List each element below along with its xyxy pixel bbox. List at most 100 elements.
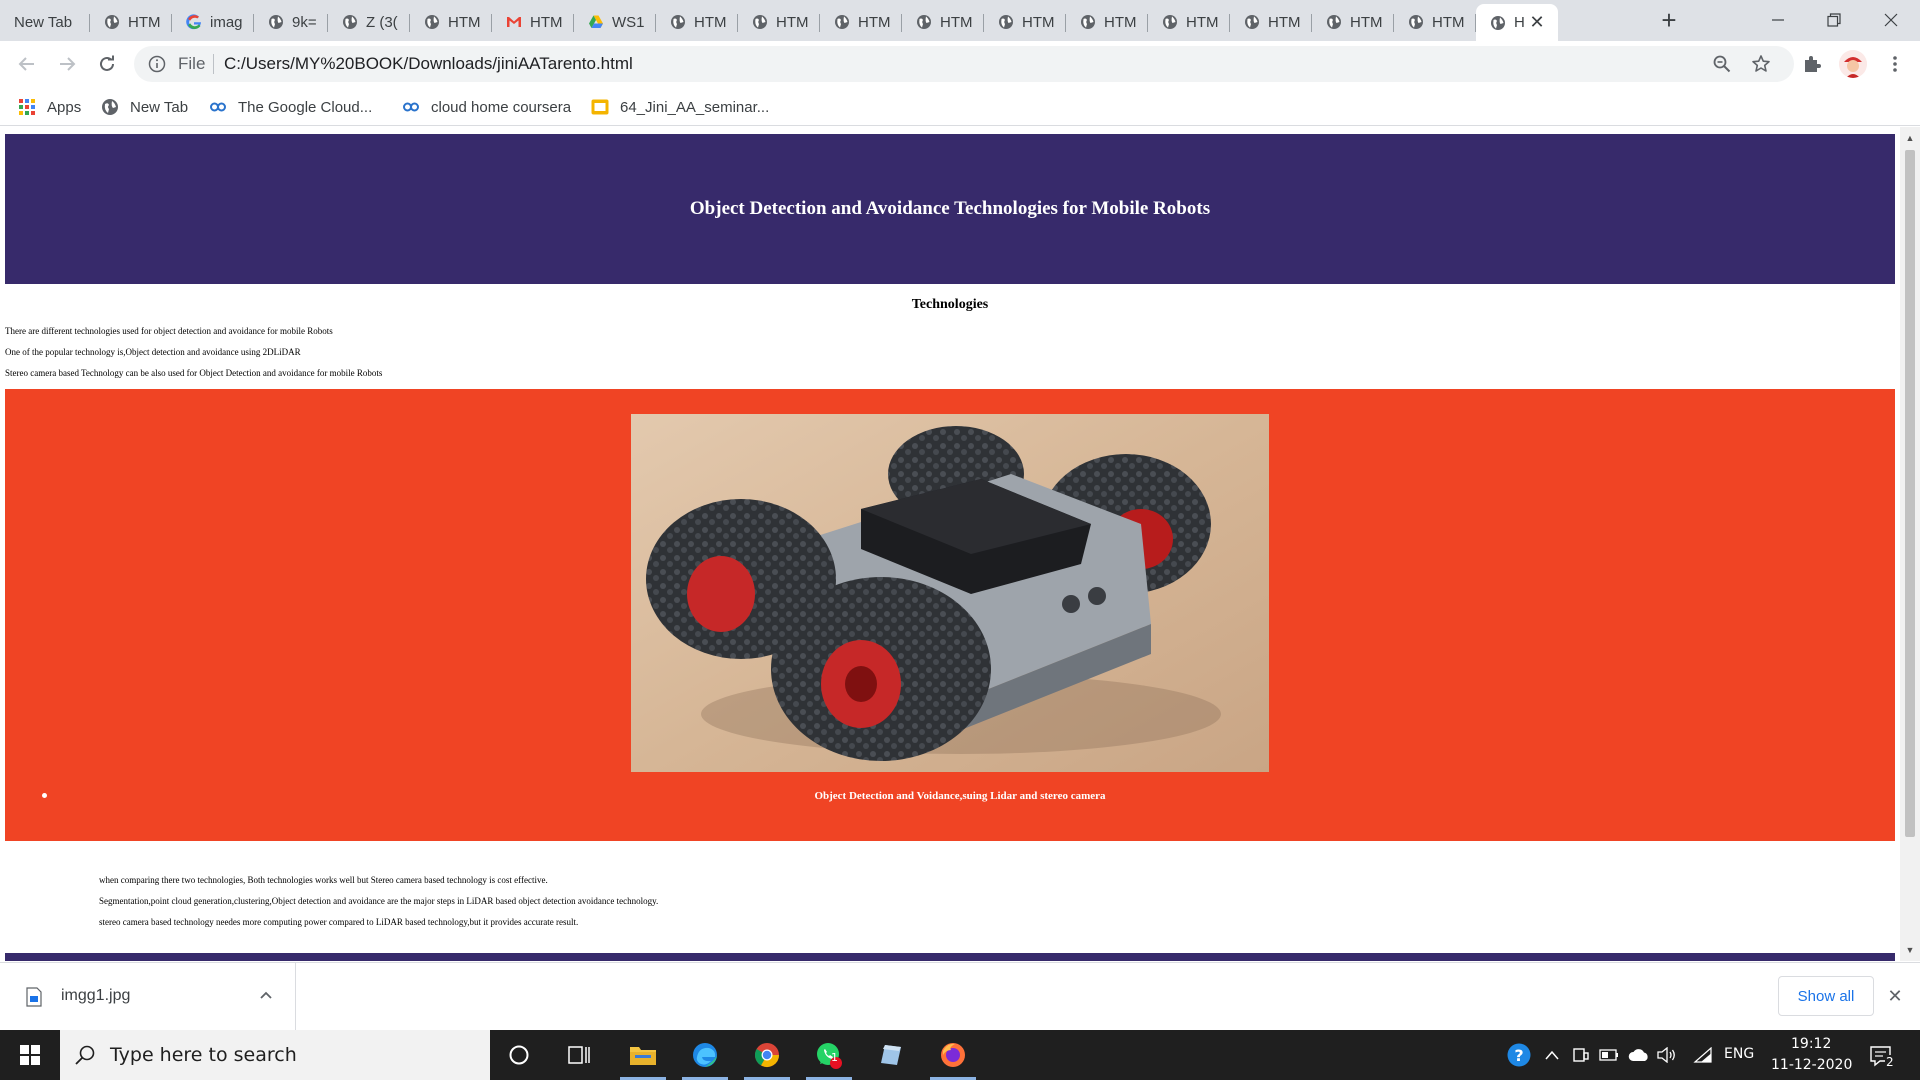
start-button[interactable]: [0, 1030, 60, 1080]
cortana-circle-icon: [509, 1045, 529, 1065]
firefox-app[interactable]: [924, 1030, 982, 1080]
app-launcher[interactable]: [862, 1030, 920, 1080]
gmail-icon: [506, 14, 522, 30]
reload-button[interactable]: [93, 50, 121, 78]
tab-title: HTM: [1268, 13, 1301, 31]
bookmark-google-cloud[interactable]: The Google Cloud...: [209, 96, 372, 118]
edge-app[interactable]: [676, 1030, 734, 1080]
task-view-button[interactable]: [550, 1030, 608, 1080]
browser-tab[interactable]: HTM: [1312, 4, 1394, 40]
bookmark-seminar[interactable]: 64_Jini_AA_seminar...: [591, 96, 769, 118]
browser-tab[interactable]: HTM: [656, 4, 738, 40]
comparison-paragraph: stereo camera based technology needes mo…: [99, 917, 579, 927]
globe-icon: [998, 14, 1014, 30]
globe-icon: [424, 14, 440, 30]
info-icon[interactable]: [148, 55, 166, 73]
arrow-right-icon: [60, 57, 76, 71]
kebab-menu-icon[interactable]: [1883, 52, 1907, 76]
page-viewport: Object Detection and Avoidance Technolog…: [0, 127, 1900, 961]
globe-icon: [670, 14, 686, 30]
bookmark-new-tab[interactable]: New Tab: [101, 96, 188, 118]
browser-tab[interactable]: HTM: [410, 4, 492, 40]
folder-icon: [630, 1047, 656, 1065]
action-center-count: 2: [1885, 1055, 1895, 1069]
zoom-icon[interactable]: [1712, 54, 1732, 74]
file-explorer-app[interactable]: [614, 1030, 672, 1080]
globe-icon: [1490, 15, 1506, 31]
onedrive-cloud-icon[interactable]: [1628, 1044, 1650, 1066]
battery-icon[interactable]: [1598, 1044, 1620, 1066]
chrome-app[interactable]: [738, 1030, 796, 1080]
scroll-up-arrow-icon[interactable]: ▲: [1905, 133, 1915, 143]
windows-logo-icon: [20, 1045, 40, 1065]
close-shelf-icon[interactable]: ✕: [1886, 987, 1904, 1005]
browser-tab[interactable]: HTM: [738, 4, 820, 40]
globe-icon: [268, 14, 284, 30]
forward-button[interactable]: [53, 50, 81, 78]
browser-tab[interactable]: HTM: [492, 4, 574, 40]
clock-date[interactable]: 11-12-2020: [1771, 1057, 1852, 1073]
new-tab-button[interactable]: +: [1654, 6, 1684, 36]
url-text[interactable]: C:/Users/MY%20BOOK/Downloads/jiniAATaren…: [224, 54, 633, 74]
browser-tab[interactable]: HTM: [90, 4, 172, 40]
bookmark-cloud-home[interactable]: cloud home coursera: [402, 96, 571, 118]
globe-icon: [1244, 14, 1260, 30]
browser-tab[interactable]: HTM: [1148, 4, 1230, 40]
profile-avatar[interactable]: [1839, 50, 1867, 78]
browser-tab[interactable]: imag: [172, 4, 254, 40]
tab-close-icon[interactable]: ✕: [1528, 13, 1546, 31]
clock-time[interactable]: 19:12: [1791, 1036, 1831, 1052]
tab-active[interactable]: H ✕: [1476, 4, 1558, 41]
chevron-up-icon[interactable]: [258, 987, 274, 1003]
browser-tab[interactable]: 9k=: [254, 4, 328, 40]
bookmark-apps[interactable]: Apps: [18, 96, 81, 118]
window-close-button[interactable]: [1862, 0, 1920, 40]
wifi-icon[interactable]: [1692, 1044, 1714, 1066]
action-center-icon[interactable]: 2: [1868, 1043, 1895, 1069]
cortana-button[interactable]: [490, 1030, 548, 1080]
tab-title: HTM: [858, 13, 891, 31]
scroll-down-arrow-icon[interactable]: ▼: [1905, 945, 1915, 955]
language-indicator[interactable]: ENG: [1724, 1046, 1754, 1062]
help-app-icon[interactable]: ?: [1506, 1042, 1532, 1068]
show-all-button[interactable]: Show all: [1778, 976, 1874, 1016]
restore-button[interactable]: [1805, 0, 1863, 40]
browser-tab[interactable]: HTM: [1230, 4, 1312, 40]
browser-tab[interactable]: HTM: [1394, 4, 1476, 40]
chrome-icon: [754, 1043, 779, 1068]
tablet-app-icon: [881, 1045, 901, 1065]
vertical-scrollbar[interactable]: ▲ ▼: [1900, 127, 1920, 961]
browser-tab[interactable]: New Tab: [0, 4, 90, 40]
download-item[interactable]: imgg1.jpg: [0, 963, 296, 1031]
tab-title: HTM: [776, 13, 809, 31]
back-button[interactable]: [13, 50, 41, 78]
globe-icon: [104, 14, 120, 30]
scroll-thumb[interactable]: [1905, 150, 1915, 837]
browser-tab[interactable]: HTM: [902, 4, 984, 40]
globe-icon: [752, 14, 768, 30]
minimize-button[interactable]: [1749, 0, 1807, 40]
tab-title: WS1: [612, 13, 645, 31]
download-shelf: imgg1.jpg Show all ✕: [0, 962, 1920, 1031]
comparison-paragraph: when comparing there two technologies, B…: [99, 875, 548, 885]
device-icon[interactable]: [1570, 1044, 1592, 1066]
taskbar-search-box[interactable]: Type here to search: [60, 1030, 490, 1080]
whatsapp-app[interactable]: 1: [800, 1030, 858, 1080]
robot-image: [631, 414, 1269, 772]
chevron-up-icon[interactable]: [1541, 1044, 1563, 1066]
apps-grid-icon: [19, 99, 35, 115]
browser-tab[interactable]: HTM: [820, 4, 902, 40]
browser-tab[interactable]: Z (3(: [328, 4, 410, 40]
volume-icon[interactable]: [1656, 1044, 1678, 1066]
browser-tab[interactable]: HTM: [984, 4, 1066, 40]
address-bar[interactable]: File C:/Users/MY%20BOOK/Downloads/jiniAA…: [134, 46, 1794, 82]
tab-title: HTM: [1186, 13, 1219, 31]
drive-icon: [588, 14, 604, 30]
browser-tab[interactable]: HTM: [1066, 4, 1148, 40]
tab-title: HTM: [530, 13, 563, 31]
firefox-icon: [941, 1043, 965, 1067]
star-icon[interactable]: [1751, 54, 1771, 74]
whatsapp-icon: [817, 1043, 842, 1069]
browser-tab[interactable]: WS1: [574, 4, 656, 40]
extensions-puzzle-icon[interactable]: [1800, 52, 1824, 76]
